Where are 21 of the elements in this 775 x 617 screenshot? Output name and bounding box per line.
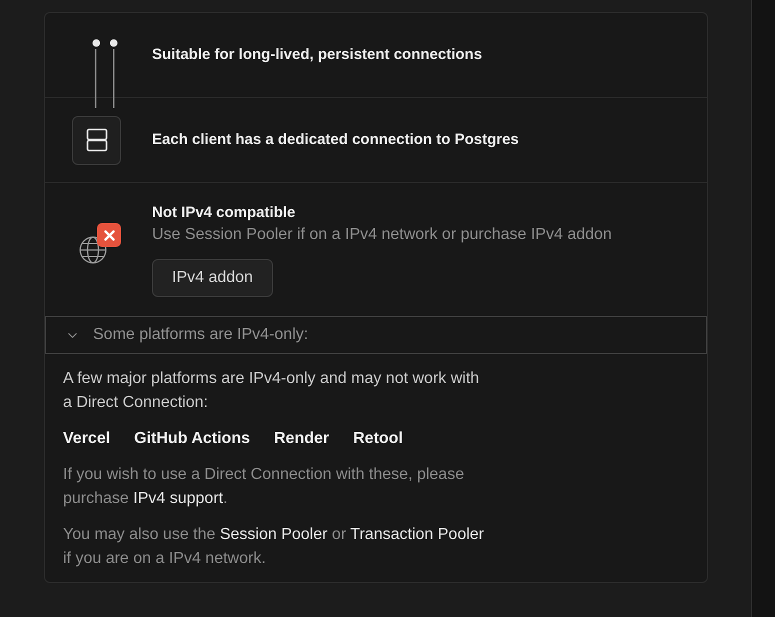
- error-badge-icon: [97, 223, 121, 247]
- server-icon: [72, 116, 121, 164]
- collapsible-header[interactable]: Some platforms are IPv4-only:: [45, 316, 707, 354]
- platform-name: Vercel: [63, 429, 110, 449]
- feature-text: Suitable for long-lived, persistent connections: [152, 45, 484, 65]
- note-text: You may also use the Session Pooler or Transaction Pooler if you are on a IPv4 network.: [63, 525, 485, 569]
- platform-name: Retool: [353, 429, 403, 449]
- connector-line: [92, 39, 100, 108]
- note-link[interactable]: Transaction Pooler: [350, 526, 484, 543]
- globe-icon: [79, 236, 107, 264]
- ipv4-addon-button[interactable]: IPv4 addon: [152, 258, 273, 296]
- intro-text: A few major platforms are IPv4-only and may not work with a Direct Connection:: [63, 369, 480, 413]
- note-text: If you wish to use a Direct Connection with these, please purchase IPv4 support.: [63, 465, 466, 509]
- platform-name: Render: [274, 429, 330, 449]
- note-link[interactable]: IPv4 support: [133, 490, 224, 507]
- feature-text: Each client has a dedicated connection to Postgres: [152, 130, 520, 150]
- connector-line: [110, 39, 118, 108]
- warning-description: Use Session Pooler if on a IPv4 network or purchase IPv4 addon: [152, 224, 612, 244]
- note-link[interactable]: Session Pooler: [220, 526, 328, 543]
- warning-title: Not IPv4 compatible: [152, 202, 296, 222]
- platform-name: GitHub Actions: [134, 429, 250, 449]
